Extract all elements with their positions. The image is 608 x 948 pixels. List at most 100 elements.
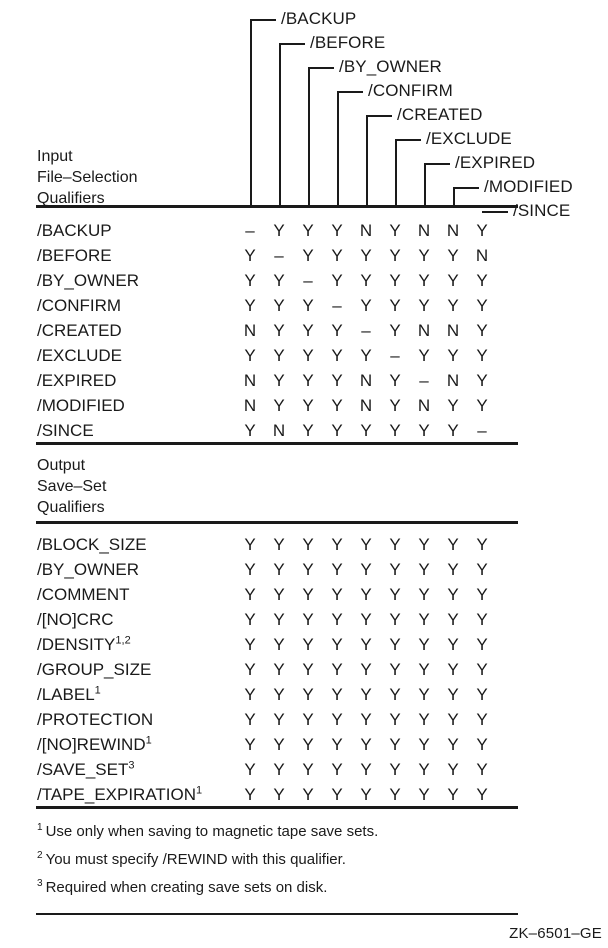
matrix-cell: Y: [273, 535, 285, 554]
matrix-cell: Y: [302, 785, 314, 804]
matrix-cell: Y: [244, 585, 256, 604]
matrix-cell: Y: [302, 421, 314, 440]
matrix-cell: Y: [273, 785, 285, 804]
matrix-cell: Y: [418, 296, 430, 315]
column-header-created: /CREATED: [397, 105, 483, 124]
matrix-cell: Y: [418, 246, 430, 265]
output-header-rule: [36, 521, 518, 524]
footnotes-bottom-rule: [36, 913, 518, 915]
table-row: /EXPIRED N Y Y Y N Y – N Y: [0, 368, 608, 393]
footnote-2: 2 You must specify /REWIND with this qual…: [37, 846, 537, 874]
matrix-cell: Y: [447, 560, 459, 579]
matrix-cell: Y: [476, 560, 488, 579]
matrix-cell: N: [359, 371, 373, 390]
input-qualifiers-caption: Input File–Selection Qualifiers: [37, 148, 138, 207]
matrix-cell: Y: [418, 785, 430, 804]
matrix-cell: N: [417, 321, 431, 340]
matrix-cell: N: [446, 371, 460, 390]
matrix-cell: Y: [331, 585, 343, 604]
matrix-cell: Y: [476, 585, 488, 604]
row-label: /PROTECTION: [37, 710, 154, 729]
matrix-cell: Y: [360, 710, 372, 729]
matrix-cell: Y: [389, 685, 401, 704]
matrix-cell: Y: [331, 560, 343, 579]
matrix-cell: N: [272, 421, 286, 440]
table-row: /BACKUP – Y Y Y N Y N N Y: [0, 218, 608, 243]
matrix-cell: Y: [447, 585, 459, 604]
matrix-cell: Y: [476, 635, 488, 654]
matrix-cell: Y: [360, 785, 372, 804]
table-row: /BY_OWNER Y Y – Y Y Y Y Y Y: [0, 268, 608, 293]
matrix-cell: Y: [389, 635, 401, 654]
row-label-footnote-marker: 1,2: [115, 634, 131, 647]
table-row: /PROTECTION Y Y Y Y Y Y Y Y Y: [0, 707, 608, 732]
matrix-cell: Y: [244, 271, 256, 290]
matrix-cell: Y: [360, 535, 372, 554]
matrix-cell: Y: [389, 396, 401, 415]
table-row: /CREATED N Y Y Y – Y N N Y: [0, 318, 608, 343]
matrix-cell: Y: [418, 710, 430, 729]
matrix-cell: Y: [273, 560, 285, 579]
matrix-cell: Y: [331, 710, 343, 729]
matrix-cell: Y: [389, 371, 401, 390]
table-row: /CONFIRM Y Y Y – Y Y Y Y Y: [0, 293, 608, 318]
matrix-cell: Y: [302, 735, 314, 754]
leader-line-vertical-5: [366, 115, 368, 205]
row-label: /LABEL1: [37, 684, 101, 704]
column-header-backup: /BACKUP: [281, 9, 357, 28]
matrix-cell: Y: [447, 635, 459, 654]
matrix-cell: Y: [360, 296, 372, 315]
matrix-cell: Y: [331, 760, 343, 779]
matrix-cell: Y: [447, 760, 459, 779]
leader-line-horizontal-9: [482, 211, 508, 213]
matrix-cell: N: [359, 396, 373, 415]
matrix-cell: Y: [447, 421, 459, 440]
matrix-cell: N: [243, 321, 257, 340]
matrix-cell: Y: [476, 271, 488, 290]
footnote-marker: 1: [37, 822, 43, 833]
leader-line-horizontal-4: [337, 91, 363, 93]
table-row: /LABEL1 Y Y Y Y Y Y Y Y Y: [0, 682, 608, 707]
column-header-expired: /EXPIRED: [455, 153, 536, 172]
matrix-cell: N: [243, 396, 257, 415]
matrix-cell: Y: [476, 685, 488, 704]
table-row: /[NO]REWIND1 Y Y Y Y Y Y Y Y Y: [0, 732, 608, 757]
column-header-by-owner: /BY_OWNER: [339, 57, 442, 76]
matrix-cell: Y: [331, 346, 343, 365]
matrix-cell: –: [303, 271, 313, 290]
matrix-cell: Y: [244, 635, 256, 654]
matrix-cell: N: [243, 371, 257, 390]
matrix-cell: Y: [302, 760, 314, 779]
row-label: /GROUP_SIZE: [37, 660, 152, 679]
matrix-cell: Y: [273, 660, 285, 679]
matrix-cell: Y: [360, 660, 372, 679]
table-row: /GROUP_SIZE Y Y Y Y Y Y Y Y Y: [0, 657, 608, 682]
matrix-cell: Y: [447, 685, 459, 704]
matrix-cell: Y: [476, 785, 488, 804]
matrix-cell: Y: [360, 421, 372, 440]
matrix-cell: Y: [360, 735, 372, 754]
matrix-cell: Y: [273, 371, 285, 390]
backup-qualifier-compatibility-figure: /BACKUP/BEFORE/BY_OWNER/CONFIRM/CREATED /…: [0, 0, 608, 948]
matrix-cell: Y: [244, 685, 256, 704]
matrix-cell: Y: [302, 221, 314, 240]
matrix-cell: N: [417, 396, 431, 415]
row-label: /DENSITY1,2: [37, 634, 131, 654]
matrix-cell: Y: [302, 610, 314, 629]
matrix-cell: Y: [331, 735, 343, 754]
matrix-cell: Y: [302, 685, 314, 704]
matrix-cell: Y: [244, 610, 256, 629]
matrix-cell: Y: [302, 396, 314, 415]
matrix-cell: Y: [476, 610, 488, 629]
table-row: /SAVE_SET3 Y Y Y Y Y Y Y Y Y: [0, 757, 608, 782]
matrix-cell: Y: [302, 321, 314, 340]
matrix-cell: Y: [360, 760, 372, 779]
leader-line-vertical-1: [250, 19, 252, 205]
matrix-cell: –: [390, 346, 400, 365]
row-label-footnote-marker: 1: [196, 784, 203, 797]
matrix-cell: Y: [331, 535, 343, 554]
leader-line-vertical-7: [424, 163, 426, 205]
row-label: /CONFIRM: [37, 296, 122, 315]
matrix-cell: N: [446, 321, 460, 340]
footnote-marker: 2: [37, 850, 43, 861]
